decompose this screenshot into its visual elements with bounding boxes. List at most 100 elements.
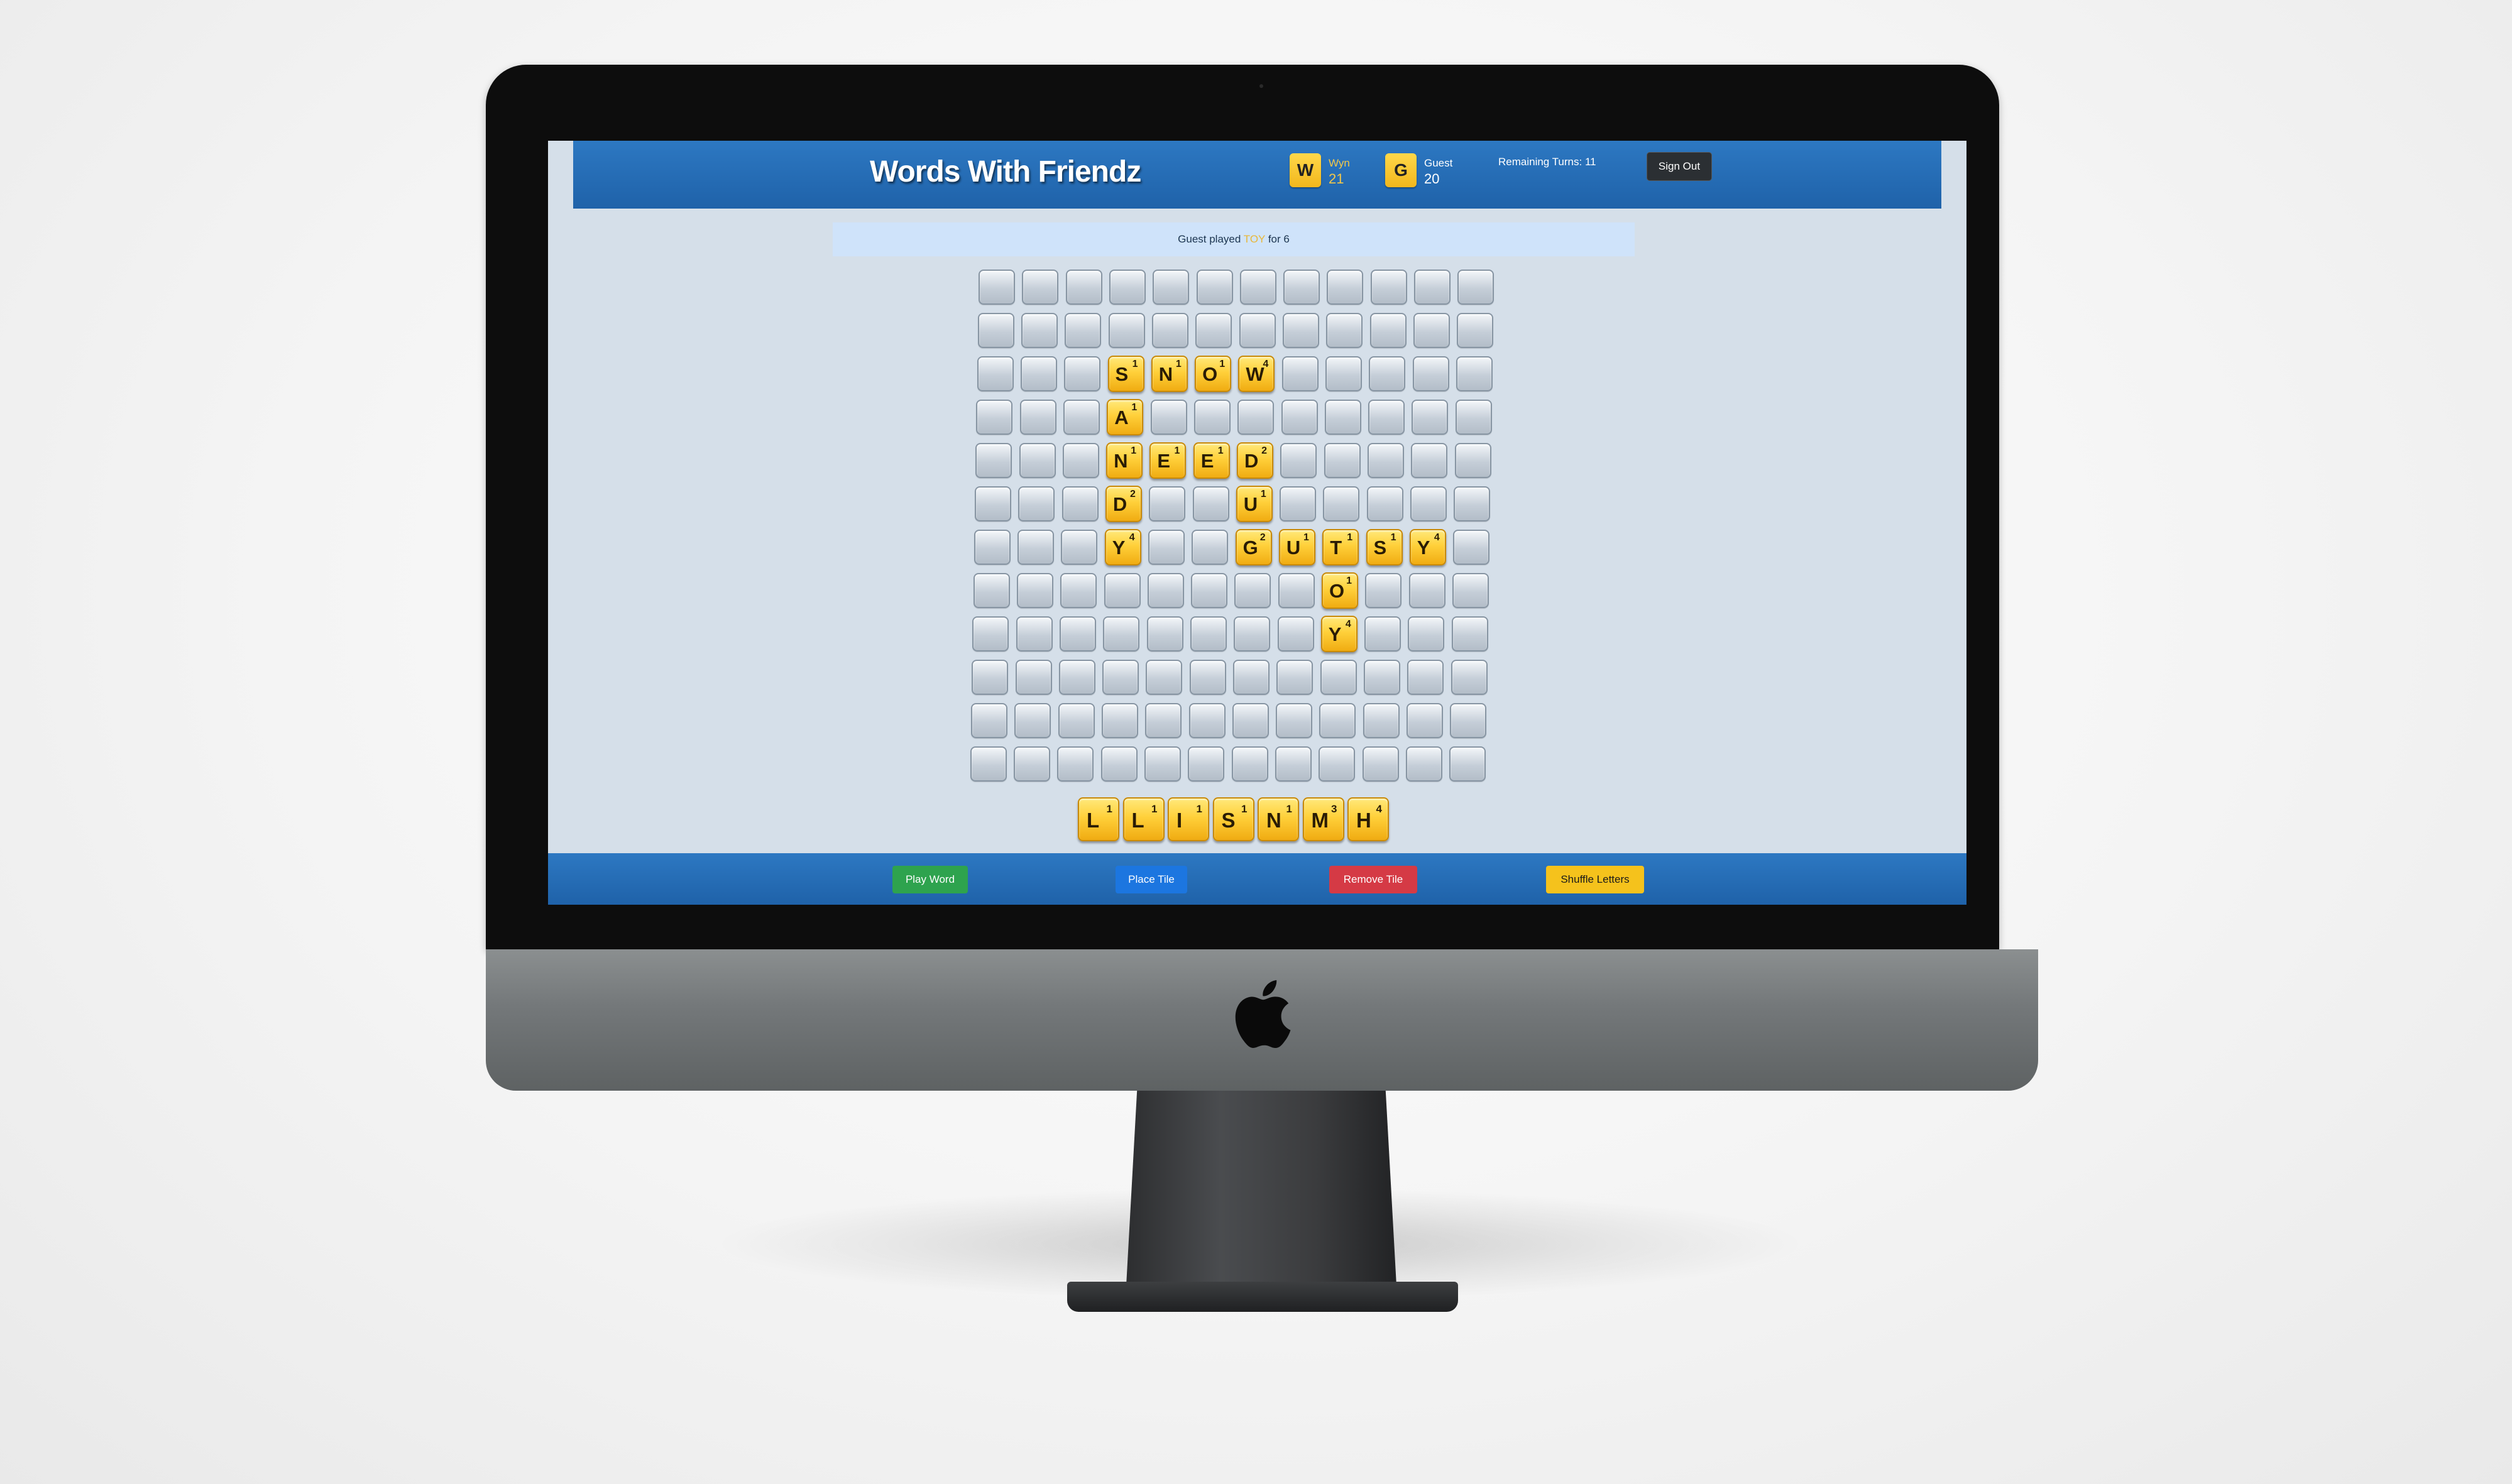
board-cell[interactable] [1414, 270, 1451, 305]
board-cell[interactable] [1233, 660, 1270, 695]
board-cell[interactable] [1325, 356, 1362, 391]
board-cell[interactable] [1412, 356, 1449, 391]
board-cell[interactable] [1370, 270, 1407, 305]
board-cell[interactable] [1365, 573, 1402, 608]
board-cell[interactable] [1101, 703, 1138, 738]
board-cell[interactable] [1408, 616, 1445, 652]
board-cell[interactable] [1363, 703, 1400, 738]
board-cell[interactable] [1150, 400, 1187, 435]
board-cell[interactable] [1103, 616, 1140, 652]
board-cell[interactable] [1057, 746, 1094, 782]
board-cell[interactable] [1196, 270, 1233, 305]
board-cell[interactable] [1189, 660, 1226, 695]
board-cell[interactable] [1457, 270, 1495, 305]
play-word-button[interactable]: Play Word [892, 866, 968, 893]
board-cell[interactable] [1280, 443, 1317, 478]
board-cell[interactable] [979, 270, 1015, 305]
board-cell[interactable] [1108, 313, 1145, 348]
board-cell[interactable] [1058, 660, 1095, 695]
board-cell[interactable] [1017, 530, 1055, 565]
board-cell[interactable] [1282, 313, 1319, 348]
board-cell[interactable] [970, 746, 1007, 782]
board-cell[interactable] [1192, 486, 1229, 521]
board-cell[interactable] [975, 443, 1012, 478]
board-cell[interactable] [1239, 313, 1276, 348]
board-cell[interactable] [1191, 573, 1228, 608]
board-cell[interactable] [1063, 400, 1100, 435]
board-cell[interactable] [1454, 486, 1491, 521]
board-cell[interactable] [1457, 313, 1494, 348]
board-cell[interactable] [1237, 400, 1275, 435]
board-cell[interactable] [1109, 270, 1146, 305]
board-cell[interactable] [1147, 573, 1184, 608]
board-cell[interactable] [1146, 660, 1183, 695]
board-cell[interactable] [1146, 616, 1183, 652]
board-cell[interactable] [1193, 400, 1231, 435]
rack-tile[interactable]: L1 [1078, 797, 1119, 841]
board-cell[interactable] [1062, 443, 1099, 478]
board-cell[interactable] [1320, 660, 1357, 695]
board-cell[interactable] [1319, 703, 1356, 738]
board-cell[interactable] [1232, 703, 1269, 738]
board-cell[interactable] [1451, 660, 1488, 695]
board-cell[interactable] [1149, 486, 1186, 521]
board-cell[interactable] [1021, 313, 1058, 348]
board-cell[interactable] [1454, 443, 1491, 478]
board-cell[interactable] [1188, 746, 1225, 782]
board-cell[interactable] [1014, 746, 1051, 782]
board-cell[interactable] [1144, 746, 1181, 782]
board-cell[interactable] [1363, 660, 1400, 695]
sign-out-button[interactable]: Sign Out [1647, 152, 1712, 181]
board-cell[interactable] [1456, 356, 1493, 391]
board-cell[interactable] [972, 616, 1009, 652]
board-cell[interactable] [1102, 660, 1139, 695]
board-cell[interactable] [1366, 486, 1403, 521]
board-cell[interactable] [1195, 313, 1232, 348]
board-cell[interactable] [1275, 746, 1312, 782]
board-cell[interactable] [1369, 313, 1407, 348]
board-cell[interactable] [1234, 573, 1271, 608]
board-cell[interactable] [1323, 486, 1360, 521]
board-cell[interactable] [1278, 573, 1315, 608]
board-cell[interactable] [1016, 573, 1053, 608]
board-cell[interactable] [1327, 270, 1364, 305]
board-cell[interactable] [1281, 400, 1318, 435]
board-cell[interactable] [1019, 400, 1056, 435]
board-cell[interactable] [1061, 486, 1099, 521]
board-cell[interactable] [1407, 660, 1444, 695]
board-cell[interactable] [1190, 616, 1227, 652]
rack-tile[interactable]: I1 [1168, 797, 1209, 841]
board-cell[interactable] [1020, 356, 1057, 391]
rack-tile[interactable]: L1 [1122, 797, 1165, 841]
board-cell[interactable] [1368, 400, 1405, 435]
board-cell[interactable] [1019, 443, 1056, 478]
board-cell[interactable] [1407, 703, 1443, 738]
board-cell[interactable] [1016, 616, 1053, 652]
remove-tile-button[interactable]: Remove Tile [1329, 866, 1417, 893]
place-tile-button[interactable]: Place Tile [1116, 866, 1187, 893]
board-cell[interactable] [1276, 703, 1313, 738]
board-cell[interactable] [1364, 616, 1401, 652]
board-cell[interactable] [1148, 530, 1185, 565]
board-cell[interactable] [974, 530, 1011, 565]
board-cell[interactable] [1411, 443, 1448, 478]
board-cell[interactable] [1188, 703, 1226, 738]
board-cell[interactable] [1060, 616, 1096, 652]
board-cell[interactable] [1451, 616, 1488, 652]
shuffle-letters-button[interactable]: Shuffle Letters [1546, 866, 1644, 893]
board-cell[interactable] [1405, 746, 1442, 782]
board-cell[interactable] [977, 313, 1014, 348]
board-cell[interactable] [1412, 400, 1449, 435]
board-cell[interactable] [1065, 313, 1102, 348]
board-cell[interactable] [1234, 616, 1271, 652]
board-cell[interactable] [1410, 486, 1447, 521]
board-cell[interactable] [1453, 530, 1490, 565]
rack-tile[interactable]: M3 [1302, 797, 1344, 841]
board-cell[interactable] [976, 400, 1013, 435]
board-cell[interactable] [1324, 443, 1361, 478]
board-cell[interactable] [1280, 486, 1317, 521]
board-cell[interactable] [1145, 703, 1182, 738]
board-cell[interactable] [1100, 746, 1138, 782]
board-cell[interactable] [1064, 356, 1101, 391]
board-cell[interactable] [1326, 313, 1363, 348]
